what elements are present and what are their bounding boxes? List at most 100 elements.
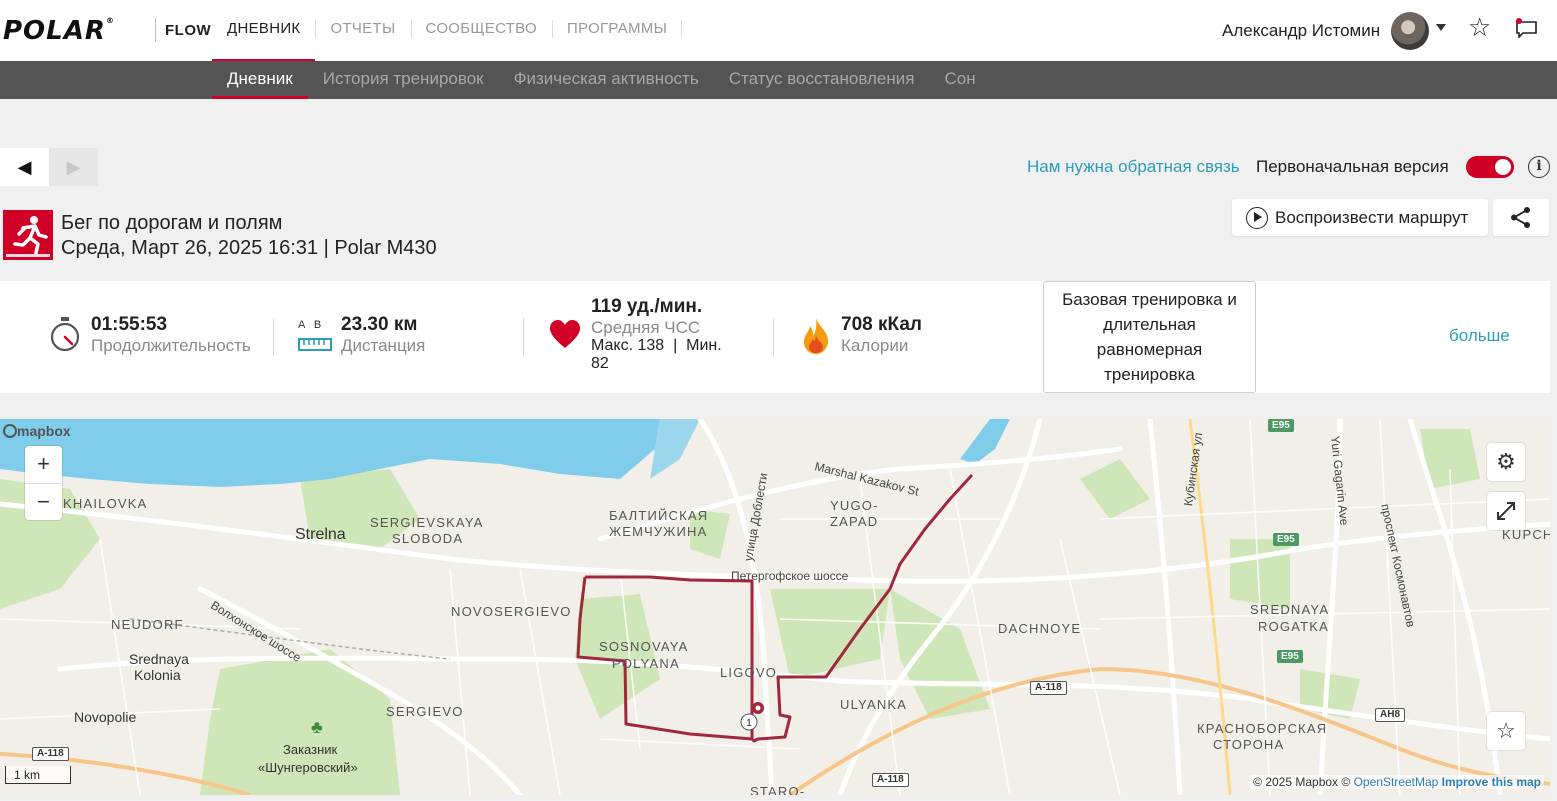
road-shield: E95 bbox=[1277, 650, 1303, 663]
zoom-out-button[interactable]: − bbox=[25, 483, 62, 520]
divider bbox=[773, 318, 774, 356]
zoom-in-button[interactable]: + bbox=[25, 446, 62, 483]
nav-community[interactable]: СООБЩЕСТВО bbox=[410, 0, 552, 61]
logo-divider bbox=[155, 18, 156, 42]
play-icon bbox=[1246, 206, 1268, 229]
info-icon[interactable]: i bbox=[1528, 156, 1550, 178]
start-finish-icon bbox=[752, 702, 764, 714]
attribution-text: © 2025 Mapbox © bbox=[1253, 775, 1351, 789]
map-label: SERGIEVO bbox=[386, 704, 464, 719]
map-label: ЖЕМЧУЖИНА bbox=[609, 524, 708, 539]
map-scale: 1 km bbox=[5, 766, 71, 784]
map-label: КРАСНОБОРСКАЯ bbox=[1197, 721, 1328, 736]
tree-icon: ♣ bbox=[311, 717, 323, 737]
previous-arrow-icon[interactable]: ◀ bbox=[0, 148, 49, 186]
favorite-star-icon[interactable]: ☆ bbox=[1487, 712, 1525, 750]
map-label: KHAILOVKA bbox=[63, 496, 148, 511]
road-shield: A-118 bbox=[872, 773, 909, 787]
map-label: «Шунгеровский» bbox=[258, 760, 358, 775]
osm-link[interactable]: OpenStreetMap bbox=[1354, 775, 1439, 789]
favorites-star-icon[interactable]: ☆ bbox=[1468, 14, 1491, 40]
next-arrow-icon[interactable]: ▶ bbox=[49, 148, 98, 186]
distance-metric: 23.30 км Дистанция bbox=[341, 314, 425, 355]
map-label: STARO- bbox=[750, 784, 806, 795]
diary-subnav: Дневник История тренировок Физическая ак… bbox=[212, 61, 991, 99]
training-benefit-line: Базовая тренировка и bbox=[1062, 290, 1237, 309]
distance-label: Дистанция bbox=[341, 336, 426, 355]
hr-minmax: Макс. 138 | Мин. bbox=[591, 337, 722, 354]
map-label: DACHNOYE bbox=[998, 621, 1082, 636]
map-label: Заказник bbox=[283, 742, 338, 757]
original-version-label: Первоначальная версия bbox=[1256, 157, 1449, 176]
calories-value: 708 кКал bbox=[841, 314, 922, 335]
zoom-control: + − bbox=[25, 446, 62, 520]
training-benefit-box: Базовая тренировка и длительная равномер… bbox=[1043, 281, 1256, 393]
main-nav: ДНЕВНИК ОТЧЕТЫ СООБЩЕСТВО ПРОГРАММЫ bbox=[212, 0, 683, 62]
original-version-toggle[interactable] bbox=[1466, 156, 1514, 178]
road-shield: A-118 bbox=[1030, 681, 1067, 695]
notifications-icon[interactable] bbox=[1514, 18, 1538, 38]
road-shield: E95 bbox=[1273, 533, 1299, 546]
map-label: Srednaya bbox=[129, 651, 189, 667]
share-button[interactable] bbox=[1493, 199, 1549, 236]
map-attribution: © 2025 Mapbox © OpenStreetMap Improve th… bbox=[1250, 775, 1544, 789]
subnav-sleep[interactable]: Сон bbox=[929, 61, 990, 99]
map-label: Петергофское шоссе bbox=[731, 569, 849, 583]
settings-gear-icon[interactable]: ⚙ bbox=[1487, 443, 1525, 481]
avatar[interactable] bbox=[1391, 12, 1429, 50]
replay-route-label: Воспроизвести маршрут bbox=[1275, 207, 1469, 227]
user-name[interactable]: Александр Истомин bbox=[1222, 21, 1380, 41]
toggle-knob bbox=[1495, 159, 1511, 175]
flow-label: FLOW bbox=[165, 22, 212, 39]
chevron-down-icon[interactable] bbox=[1436, 24, 1446, 31]
map-label: LIGOVO bbox=[720, 665, 778, 680]
more-link[interactable]: больше bbox=[1449, 326, 1510, 346]
improve-map-link[interactable]: Improve this map bbox=[1442, 775, 1541, 789]
sub-navbar: Дневник История тренировок Физическая ак… bbox=[0, 61, 1557, 99]
ruler-icon bbox=[298, 338, 332, 351]
map-label: SREDNAYA bbox=[1250, 602, 1330, 617]
fullscreen-expand-icon[interactable] bbox=[1487, 492, 1525, 530]
nav-programs[interactable]: ПРОГРАММЫ bbox=[551, 0, 683, 61]
subnav-diary[interactable]: Дневник bbox=[212, 61, 308, 99]
training-benefit-line: равномерная bbox=[1096, 340, 1203, 359]
session-title: Бег по дорогам и полям bbox=[61, 212, 283, 234]
session-pager: ◀ ▶ bbox=[0, 148, 98, 186]
map-label: POLYANA bbox=[612, 656, 680, 671]
session-subtitle: Среда, Март 26, 2025 16:31 | Polar M430 bbox=[61, 237, 437, 259]
nav-diary[interactable]: ДНЕВНИК bbox=[212, 0, 316, 62]
duration-value: 01:55:53 bbox=[91, 314, 168, 335]
lap-marker: 1 bbox=[740, 713, 758, 731]
duration-label: Продолжительность bbox=[91, 336, 251, 355]
heart-icon bbox=[550, 320, 580, 348]
mapbox-logo[interactable]: mapbox bbox=[3, 423, 71, 439]
distance-ab-label: A B bbox=[298, 319, 322, 331]
subnav-activity[interactable]: Физическая активность bbox=[499, 61, 714, 99]
training-benefit-line: длительная bbox=[1103, 315, 1196, 334]
map-label: NOVOSERGIEVO bbox=[451, 604, 572, 619]
polar-logo[interactable]: POLAR® bbox=[3, 16, 115, 46]
gulf-water bbox=[0, 419, 660, 487]
subnav-training-history[interactable]: История тренировок bbox=[308, 61, 499, 99]
duration-metric: 01:55:53 Продолжительность bbox=[91, 314, 251, 355]
hr-min-value: 82 bbox=[591, 355, 609, 372]
map-label: Strelna bbox=[295, 526, 346, 543]
calories-metric: 708 кКал Калории bbox=[841, 314, 922, 355]
road-shield: A-118 bbox=[32, 747, 69, 761]
feedback-link[interactable]: Нам нужна обратная связь bbox=[1027, 157, 1240, 177]
map-label: СТОРОНА bbox=[1213, 737, 1285, 752]
route-map[interactable]: 1 Strelna SERGIEVSKAYA SLOBODA KHAILOVKA… bbox=[0, 419, 1550, 795]
subnav-recovery[interactable]: Статус восстановления bbox=[714, 61, 930, 99]
map-label: SOSNOVAYA bbox=[599, 639, 689, 654]
road-shield: E95 bbox=[1268, 419, 1294, 432]
map-label: SERGIEVSKAYA bbox=[370, 515, 484, 530]
session-summary: 01:55:53 Продолжительность A B 23.30 км … bbox=[0, 281, 1550, 393]
nav-reports[interactable]: ОТЧЕТЫ bbox=[315, 0, 410, 61]
map-label: ROGATKA bbox=[1258, 619, 1330, 634]
map-label: NEUDORF bbox=[111, 617, 184, 632]
divider bbox=[523, 318, 524, 356]
map-label: Kolonia bbox=[134, 667, 181, 683]
calories-label: Калории bbox=[841, 336, 909, 355]
map-label: ZAPAD bbox=[830, 514, 879, 529]
replay-route-button[interactable]: Воспроизвести маршрут bbox=[1232, 199, 1488, 236]
